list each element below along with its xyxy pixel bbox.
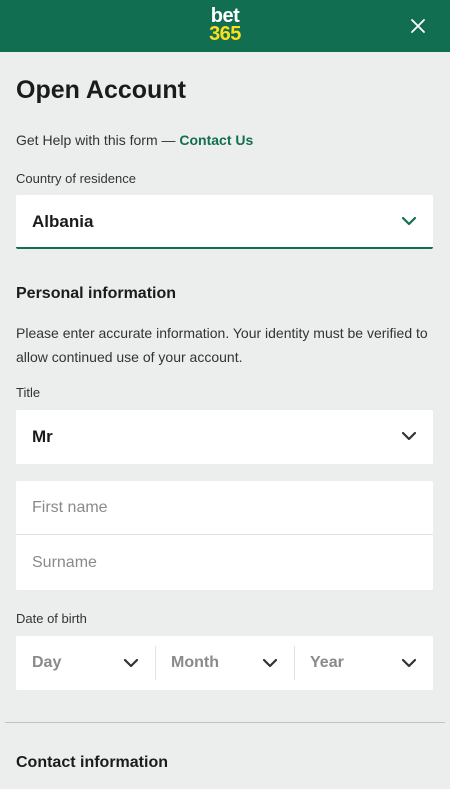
dob-day-select[interactable]: Day (16, 636, 155, 690)
chevron-down-icon (123, 658, 139, 668)
title-label: Title (16, 385, 41, 400)
title-value: Mr (32, 427, 53, 446)
dob-label: Date of birth (16, 611, 87, 626)
help-text: Get Help with this form — Contact Us (16, 132, 253, 148)
chevron-down-icon (401, 658, 417, 668)
section-divider (5, 722, 445, 723)
dob-selector: Day Month Year (16, 636, 433, 690)
surname-input[interactable]: Surname (16, 536, 433, 590)
dob-month-select[interactable]: Month (155, 636, 294, 690)
country-select[interactable]: Albania (16, 195, 433, 249)
personal-info-description: Please enter accurate information. Your … (16, 325, 428, 365)
contact-info-heading: Contact information (16, 754, 168, 771)
logo-bottom-text: 365 (209, 23, 241, 45)
chevron-down-icon (401, 431, 417, 441)
header-bar: bet 365 (0, 0, 450, 52)
dob-year-select[interactable]: Year (294, 636, 433, 690)
title-select[interactable]: Mr (16, 410, 433, 464)
country-value: Albania (32, 212, 94, 231)
dob-month-value: Month (171, 654, 219, 671)
close-icon[interactable] (406, 14, 430, 38)
chevron-down-icon (262, 658, 278, 668)
name-fields: First name Surname (16, 481, 433, 590)
page-title: Open Account (16, 76, 186, 104)
bet365-logo[interactable]: bet 365 (200, 6, 250, 45)
help-label: Get Help with this form — (16, 132, 180, 148)
contact-us-link[interactable]: Contact Us (179, 132, 253, 148)
chevron-down-icon (401, 216, 417, 226)
country-label: Country of residence (16, 171, 136, 186)
dob-year-value: Year (310, 654, 344, 671)
first-name-input[interactable]: First name (16, 481, 433, 535)
personal-info-heading: Personal information (16, 285, 177, 302)
dob-day-value: Day (32, 654, 62, 671)
